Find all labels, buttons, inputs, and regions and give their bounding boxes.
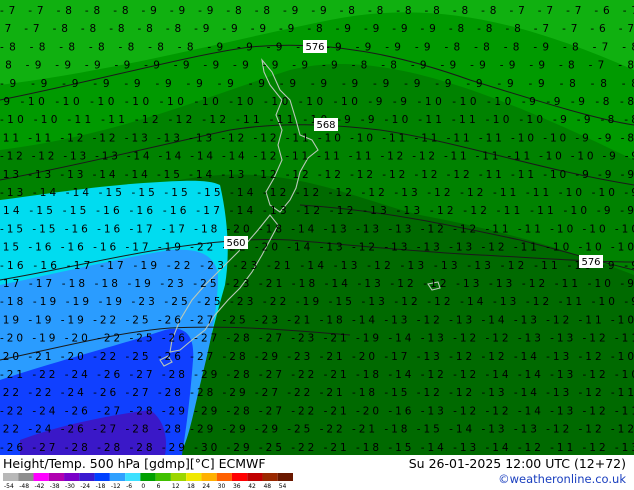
colorbar-swatch: [125, 473, 141, 481]
colorbar-label: 30: [218, 483, 226, 489]
colorbar-label: -24: [80, 483, 90, 489]
weather-map: -7 -7 -8 -8 -8 -9 -9 -9 -8 -8 -9 -9 -8 -…: [0, 0, 634, 455]
temperature-row: -18 -19 -19 -19 -23 -25 -25 -23 -22 -19 …: [0, 296, 634, 308]
colorbar-label: 54: [279, 483, 287, 489]
contour-label: 576: [581, 257, 600, 268]
colorbar-label: 0: [141, 483, 145, 489]
colorbar-swatch: [33, 473, 49, 481]
colorbar-swatch: [247, 473, 263, 481]
colorbar-swatch: [94, 473, 110, 481]
colorbar-swatch: [155, 473, 171, 481]
temperature-row: -12 -12 -13 -13 -14 -14 -14 -14 -12 -11 …: [0, 151, 634, 163]
colorbar-label: -30: [65, 483, 75, 489]
map-datetime: Su 26-01-2025 12:00 UTC (12+72): [408, 456, 626, 471]
colorbar-label: 36: [233, 483, 241, 489]
map-footer: Height/Temp. 500 hPa [gdmp][°C] ECMWF Su…: [0, 455, 634, 490]
colorbar-swatch: [277, 473, 293, 481]
colorbar-swatch: [170, 473, 187, 481]
colorbar-label: 6: [157, 483, 161, 489]
colorbar-label: 42: [248, 483, 256, 489]
colorbar-label: 12: [172, 483, 180, 489]
colorbar-label: 18: [187, 483, 195, 489]
temperature-row: -11 -11 -12 -12 -13 -13 -13 -12 -12 -11 …: [0, 132, 634, 144]
colorbar-label: -18: [96, 483, 106, 489]
colorbar-label: 48: [263, 483, 271, 489]
colorbar-label: -12: [111, 483, 121, 489]
contour-label: 576: [305, 42, 324, 53]
contour-label: 560: [226, 238, 245, 249]
temperature-row: -13 -14 -14 -15 -15 -15 -15 -14 -12 -12 …: [0, 187, 634, 199]
colorbar-legend: -54 -48 -42 -38 -30 -24 -18 -12 -6 0 6 12 18 24 30 36 42…: [3, 473, 293, 489]
colorbar-swatch: [140, 473, 156, 481]
colorbar-swatch: [18, 473, 34, 481]
temperature-row: -13 -13 -13 -14 -14 -15 -14 -13 -12 -12 …: [0, 169, 634, 181]
map-title: Height/Temp. 500 hPa [gdmp][°C] ECMWF: [3, 456, 266, 471]
colorbar-swatch: [201, 473, 217, 481]
colorbar-swatch: [64, 473, 80, 481]
colorbar-swatch: [216, 473, 232, 481]
colorbar-swatch: [109, 473, 126, 481]
colorbar-swatch: [48, 473, 65, 481]
colorbar-swatch: [3, 473, 19, 481]
colorbar-label: 24: [202, 483, 210, 489]
colorbar-swatch: [79, 473, 95, 481]
colorbar-label: -54: [4, 483, 14, 489]
colorbar-swatch: [186, 473, 202, 481]
colorbar-label: -6: [126, 483, 132, 489]
contour-label: 568: [316, 120, 335, 131]
colorbar-label: -38: [50, 483, 60, 489]
colorbar-label: -48: [19, 483, 29, 489]
colorbar-label: -42: [35, 483, 45, 489]
credit-link[interactable]: ©weatheronline.co.uk: [498, 472, 626, 486]
colorbar-swatch: [231, 473, 248, 481]
colorbar-swatch: [262, 473, 278, 481]
